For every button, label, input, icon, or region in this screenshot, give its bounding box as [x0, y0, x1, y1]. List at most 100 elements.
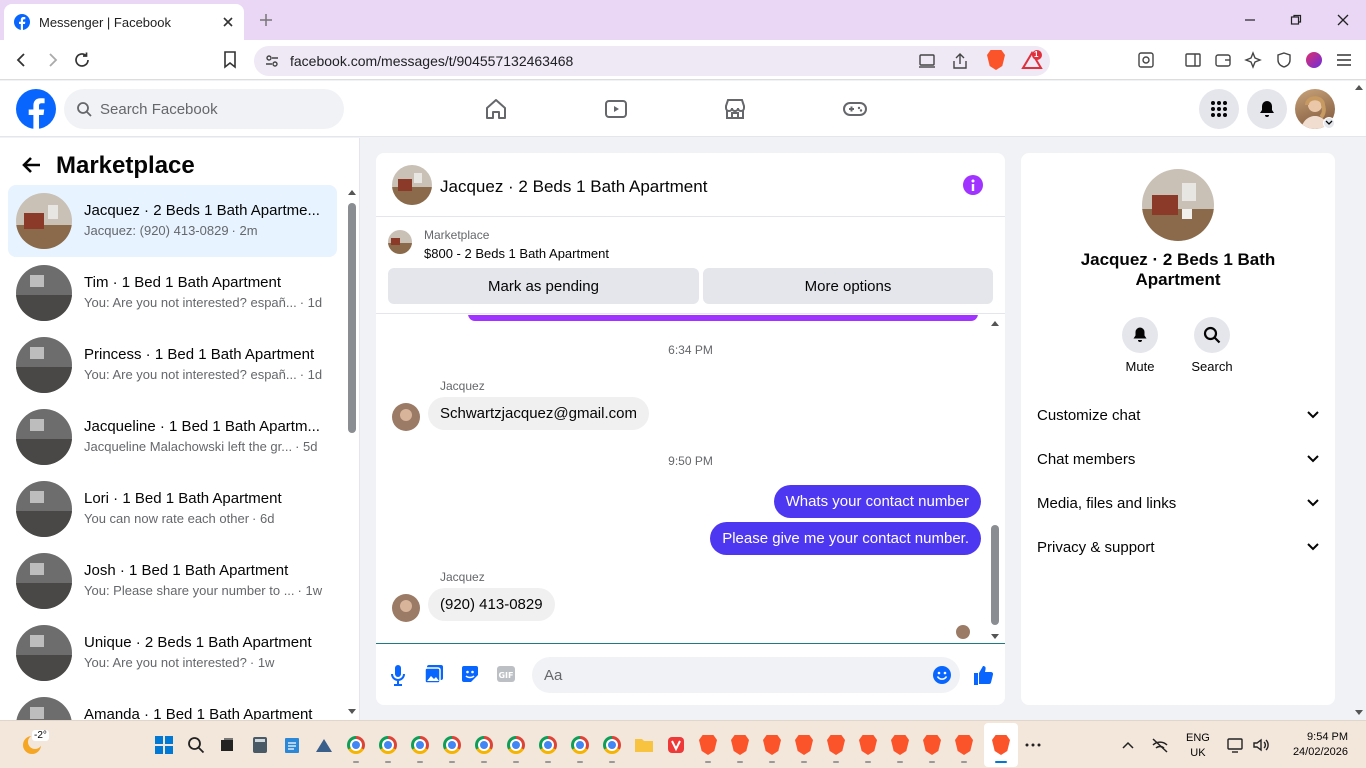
mark-pending-button[interactable]: Mark as pending: [388, 268, 699, 304]
account-chevron-icon[interactable]: [1323, 117, 1335, 129]
brave-icon[interactable]: [920, 733, 944, 763]
page-scrollbar[interactable]: [1354, 83, 1364, 720]
chrome-icon[interactable]: [472, 733, 496, 763]
sticker-icon[interactable]: [460, 664, 480, 684]
restore-icon[interactable]: [1284, 8, 1308, 32]
close-tab-icon[interactable]: [222, 16, 234, 28]
listing-thumbnail[interactable]: [388, 230, 412, 254]
conversation-item[interactable]: Tim · 1 Bed 1 Bath Apartment You: Are you…: [8, 257, 337, 329]
conversation-scrollbar[interactable]: [347, 188, 357, 720]
address-bar[interactable]: facebook.com/messages/t/904557132463468 …: [254, 46, 1050, 76]
message-input[interactable]: [532, 657, 960, 693]
chrome-icon[interactable]: [600, 733, 624, 763]
calculator-icon[interactable]: [248, 733, 272, 757]
facebook-logo-icon[interactable]: [16, 89, 56, 129]
profile-avatar[interactable]: [1142, 169, 1214, 241]
notifications-bell-icon[interactable]: [1247, 89, 1287, 129]
conversation-item[interactable]: Lori · 1 Bed 1 Bath Apartment You can now…: [8, 473, 337, 545]
privacy-support-row[interactable]: Privacy & support: [1021, 525, 1335, 569]
video-icon[interactable]: [598, 91, 634, 127]
brave-icon[interactable]: [989, 733, 1013, 763]
reader-mode-icon[interactable]: [1134, 48, 1158, 72]
browser-tab[interactable]: Messenger | Facebook: [4, 4, 244, 40]
conversation-item[interactable]: Unique · 2 Beds 1 Bath Apartment You: Are…: [8, 617, 337, 689]
notepad-icon[interactable]: [280, 733, 304, 757]
chrome-icon[interactable]: [440, 733, 464, 763]
microphone-icon[interactable]: [388, 664, 408, 686]
home-icon[interactable]: [478, 91, 514, 127]
conversation-item[interactable]: Jacquez · 2 Beds 1 Bath Apartme... Jacque…: [8, 185, 337, 257]
info-icon[interactable]: [963, 175, 983, 195]
vivaldi-icon[interactable]: [664, 733, 688, 757]
site-info-icon[interactable]: [264, 53, 280, 69]
like-thumb-icon[interactable]: [972, 664, 994, 686]
mute-action[interactable]: Mute: [1110, 317, 1170, 374]
gaming-icon[interactable]: [837, 91, 873, 127]
file-explorer-icon[interactable]: [632, 733, 656, 757]
gif-icon[interactable]: GIF: [496, 664, 516, 684]
chrome-icon[interactable]: [568, 733, 592, 763]
conversation-item[interactable]: Amanda · 1 Bed 1 Bath Apartment: [8, 689, 337, 720]
brave-icon[interactable]: [856, 733, 880, 763]
bookmark-icon[interactable]: [218, 48, 242, 72]
app-icon[interactable]: [312, 733, 336, 757]
minimize-icon[interactable]: [1238, 8, 1262, 32]
brave-shields-icon[interactable]: [987, 50, 1005, 70]
incoming-message[interactable]: Schwartzjacquez@gmail.com: [428, 397, 649, 430]
conversation-item[interactable]: Jacqueline · 1 Bed 1 Bath Apartm... Jacqu…: [8, 401, 337, 473]
chrome-icon[interactable]: [536, 733, 560, 763]
vpn-shield-icon[interactable]: [1272, 48, 1296, 72]
media-files-links-row[interactable]: Media, files and links: [1021, 481, 1335, 525]
emoji-icon[interactable]: [932, 665, 952, 685]
sidebar-toggle-icon[interactable]: [1181, 48, 1205, 72]
chat-members-row[interactable]: Chat members: [1021, 437, 1335, 481]
more-apps-icon[interactable]: [1021, 733, 1045, 757]
chrome-icon[interactable]: [376, 733, 400, 763]
search-input[interactable]: [100, 100, 320, 118]
brave-icon[interactable]: [792, 733, 816, 763]
conversation-item[interactable]: Josh · 1 Bed 1 Bath Apartment You: Please…: [8, 545, 337, 617]
brave-icon[interactable]: [696, 733, 720, 763]
brave-icon[interactable]: [728, 733, 752, 763]
incoming-message[interactable]: (920) 413-0829: [428, 588, 555, 621]
search-action[interactable]: Search: [1182, 317, 1242, 374]
thread-scrollbar[interactable]: [990, 319, 1000, 641]
forward-icon[interactable]: [40, 48, 64, 72]
outgoing-message[interactable]: Whats your contact number: [773, 485, 981, 518]
brave-icon[interactable]: [824, 733, 848, 763]
close-window-icon[interactable]: [1331, 8, 1355, 32]
back-icon[interactable]: [10, 48, 34, 72]
chrome-icon[interactable]: [504, 733, 528, 763]
customize-chat-row[interactable]: Customize chat: [1021, 393, 1335, 437]
more-options-button[interactable]: More options: [703, 268, 993, 304]
chat-title[interactable]: Jacquez · 2 Beds 1 Bath Apartment: [440, 177, 707, 197]
chrome-icon[interactable]: [408, 733, 432, 763]
search-bar[interactable]: [64, 89, 344, 129]
chrome-icon[interactable]: [344, 733, 368, 763]
chat-avatar[interactable]: [392, 165, 432, 205]
brave-icon[interactable]: [952, 733, 976, 763]
clock[interactable]: 9:54 PM 24/02/2026: [1282, 730, 1348, 760]
apps-menu-icon[interactable]: [1199, 89, 1239, 129]
photo-icon[interactable]: [424, 664, 444, 684]
listing-title[interactable]: $800 - 2 Beds 1 Bath Apartment: [424, 246, 609, 261]
menu-icon[interactable]: [1332, 48, 1356, 72]
conversation-item[interactable]: Princess · 1 Bed 1 Bath Apartment You: Ar…: [8, 329, 337, 401]
new-tab-icon[interactable]: [254, 8, 278, 32]
leo-ai-icon[interactable]: [1241, 48, 1265, 72]
volume-icon[interactable]: [1249, 733, 1273, 757]
profile-icon[interactable]: [1302, 48, 1326, 72]
outgoing-message[interactable]: Please give me your contact number.: [710, 522, 981, 555]
network-offline-icon[interactable]: [1148, 733, 1172, 757]
share-icon[interactable]: [951, 52, 969, 70]
task-view-icon[interactable]: [215, 733, 239, 757]
marketplace-icon[interactable]: [717, 91, 753, 127]
back-arrow-icon[interactable]: [20, 154, 42, 176]
show-hidden-icons-icon[interactable]: [1116, 733, 1140, 757]
brave-icon[interactable]: [760, 733, 784, 763]
brave-icon[interactable]: [888, 733, 912, 763]
brave-rewards-icon[interactable]: 1: [1021, 50, 1043, 72]
taskbar-search-icon[interactable]: [184, 733, 208, 757]
wallet-icon[interactable]: [1211, 48, 1235, 72]
install-app-icon[interactable]: [918, 52, 936, 70]
